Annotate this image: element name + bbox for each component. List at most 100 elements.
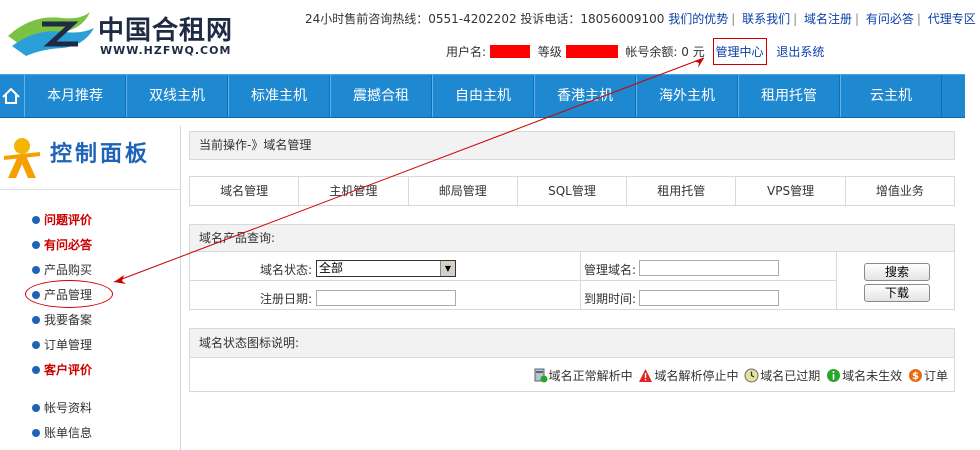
status-select[interactable]: 全部 ▼: [316, 260, 456, 277]
sidebar-item-label: 有问必答: [44, 238, 93, 252]
legend-inactive: 域名未生效: [826, 367, 902, 384]
logo-emblem-icon: [8, 12, 94, 56]
sidebar-item-label: 帐号资料: [44, 401, 93, 415]
nav-item-shared[interactable]: 震撼合租: [330, 75, 432, 117]
reg-date-label: 注册日期:: [260, 292, 313, 306]
logo-url: WWW.HZFWQ.COM: [100, 44, 232, 57]
link-agent-zone[interactable]: 代理专区: [928, 12, 976, 26]
manage-domain-input[interactable]: [639, 260, 779, 276]
site-logo[interactable]: 中国合租网 WWW.HZFWQ.COM: [2, 6, 242, 58]
legend-inactive-label: 域名未生效: [842, 369, 903, 383]
link-contact[interactable]: 联系我们: [742, 12, 790, 26]
expire-date-input[interactable]: [639, 290, 779, 306]
manage-domain-label: 管理域名:: [584, 263, 637, 277]
sidebar-item-billing[interactable]: 账单信息: [32, 423, 92, 443]
tab-vps[interactable]: VPS管理: [736, 177, 846, 205]
sidebar-item-customer-review[interactable]: 客户评价: [32, 360, 92, 380]
nav-item-cloud[interactable]: 云主机: [840, 75, 942, 117]
breadcrumb: 当前操作-》域名管理: [189, 131, 955, 160]
query-divider: [836, 252, 837, 310]
bullet-icon: [32, 241, 40, 249]
bullet-icon: [32, 404, 40, 412]
nav-item-hosting[interactable]: 租用托管: [738, 75, 840, 117]
control-panel-title: 控制面板: [50, 142, 151, 167]
status-selected-value: 全部: [319, 261, 344, 275]
tab-sql[interactable]: SQL管理: [518, 177, 628, 205]
query-title: 域名产品查询:: [190, 225, 954, 252]
legend-normal-label: 域名正常解析中: [548, 369, 633, 383]
sidebar-divider: [180, 126, 181, 450]
tab-value-added[interactable]: 增值业务: [846, 177, 954, 205]
sidebar-item-label: 客户评价: [44, 363, 93, 377]
dropdown-arrow-icon[interactable]: ▼: [440, 261, 455, 276]
nav-item-standard[interactable]: 标准主机: [228, 75, 330, 117]
nav-item-overseas[interactable]: 海外主机: [636, 75, 738, 117]
sidebar-item-icp-filing[interactable]: 我要备案: [32, 310, 92, 330]
level-label: 等级: [537, 45, 562, 59]
sidebar-item-label: 问题评价: [44, 213, 93, 227]
status-label: 域名状态:: [260, 263, 313, 277]
download-button[interactable]: 下载: [864, 284, 930, 302]
product-mgmt-highlight: [25, 280, 113, 308]
sidebar-item-question-review[interactable]: 问题评价: [32, 210, 92, 230]
sidebar-item-faq[interactable]: 有问必答: [32, 235, 92, 255]
nav-item-recommend[interactable]: 本月推荐: [24, 75, 126, 117]
logo-text: 中国合租网: [98, 16, 234, 46]
tab-mail[interactable]: 邮局管理: [409, 177, 518, 205]
link-advantages[interactable]: 我们的优势: [668, 12, 728, 26]
info-icon: [827, 369, 841, 382]
product-tabs: 域名管理 主机管理 邮局管理 SQL管理 租用托管 VPS管理 增值业务: [189, 176, 955, 206]
legend-items: 域名正常解析中 域名解析停止中 域名已过期 域名未生效 $ 订单: [531, 367, 948, 384]
user-info-bar: 用户名: 等级 帐号余额: 0 元 管理中心 退出系统: [446, 38, 824, 65]
legend-stopped-label: 域名解析停止中: [654, 369, 739, 383]
logout-link[interactable]: 退出系统: [776, 45, 824, 59]
sidebar-item-account[interactable]: 帐号资料: [32, 398, 92, 418]
sidebar-item-orders[interactable]: 订单管理: [32, 335, 92, 355]
domain-query-panel: 域名产品查询: 域名状态: 全部 ▼ 管理域名: 注册日期: 到期时间: 搜索 …: [189, 224, 955, 310]
legend-expired-label: 域名已过期: [760, 369, 821, 383]
sidebar-item-purchase[interactable]: 产品购买: [32, 260, 92, 280]
tab-domain[interactable]: 域名管理: [190, 177, 300, 205]
balance-value: 0 元: [681, 45, 705, 59]
link-domain-register[interactable]: 域名注册: [804, 12, 852, 26]
legend-title: 域名状态图标说明:: [190, 329, 954, 358]
legend-order: $ 订单: [908, 367, 948, 384]
link-faq[interactable]: 有问必答: [866, 12, 914, 26]
dollar-icon: $: [908, 369, 922, 382]
legend-normal: 域名正常解析中: [533, 367, 633, 384]
sidebar-item-label: 我要备案: [44, 313, 93, 327]
bullet-icon: [32, 316, 40, 324]
home-icon[interactable]: [0, 75, 22, 117]
username-label: 用户名:: [446, 45, 487, 59]
warning-icon: [639, 369, 653, 382]
nav-item-hongkong[interactable]: 香港主机: [534, 75, 636, 117]
mgmt-center-link[interactable]: 管理中心: [716, 45, 764, 59]
tab-host[interactable]: 主机管理: [299, 177, 409, 205]
nav-item-free[interactable]: 自由主机: [432, 75, 534, 117]
clock-icon: [744, 368, 759, 383]
bullet-icon: [32, 266, 40, 274]
bullet-icon: [32, 216, 40, 224]
legend-expired: 域名已过期: [744, 367, 820, 384]
sidebar-item-label: 产品购买: [44, 263, 93, 277]
mgmt-center-highlight: 管理中心: [712, 38, 767, 65]
legend-order-label: 订单: [923, 369, 948, 383]
bullet-icon: [32, 429, 40, 437]
expire-date-label: 到期时间:: [584, 292, 637, 306]
level-redacted: [565, 45, 618, 58]
query-divider: [580, 252, 581, 310]
tab-hosting[interactable]: 租用托管: [627, 177, 737, 205]
user-figure-icon: [3, 138, 41, 178]
legend-stopped: 域名解析停止中: [638, 367, 738, 384]
bullet-icon: [32, 366, 40, 374]
hotline-text: 24小时售前咨询热线：0551-4202202 投诉电话：18056009100: [305, 12, 665, 26]
bullet-icon: [32, 341, 40, 349]
sidebar-item-label: 账单信息: [44, 426, 93, 440]
hotline-bar: 24小时售前咨询热线：0551-4202202 投诉电话：18056009100…: [305, 12, 976, 26]
svg-text:$: $: [912, 371, 919, 382]
main-nav: 本月推荐 双线主机 标准主机 震撼合租 自由主机 香港主机 海外主机 租用托管 …: [0, 74, 965, 118]
balance-label: 帐号余额:: [625, 45, 678, 59]
search-button[interactable]: 搜索: [864, 263, 930, 281]
reg-date-input[interactable]: [316, 290, 456, 306]
nav-item-dual-line[interactable]: 双线主机: [126, 75, 228, 117]
